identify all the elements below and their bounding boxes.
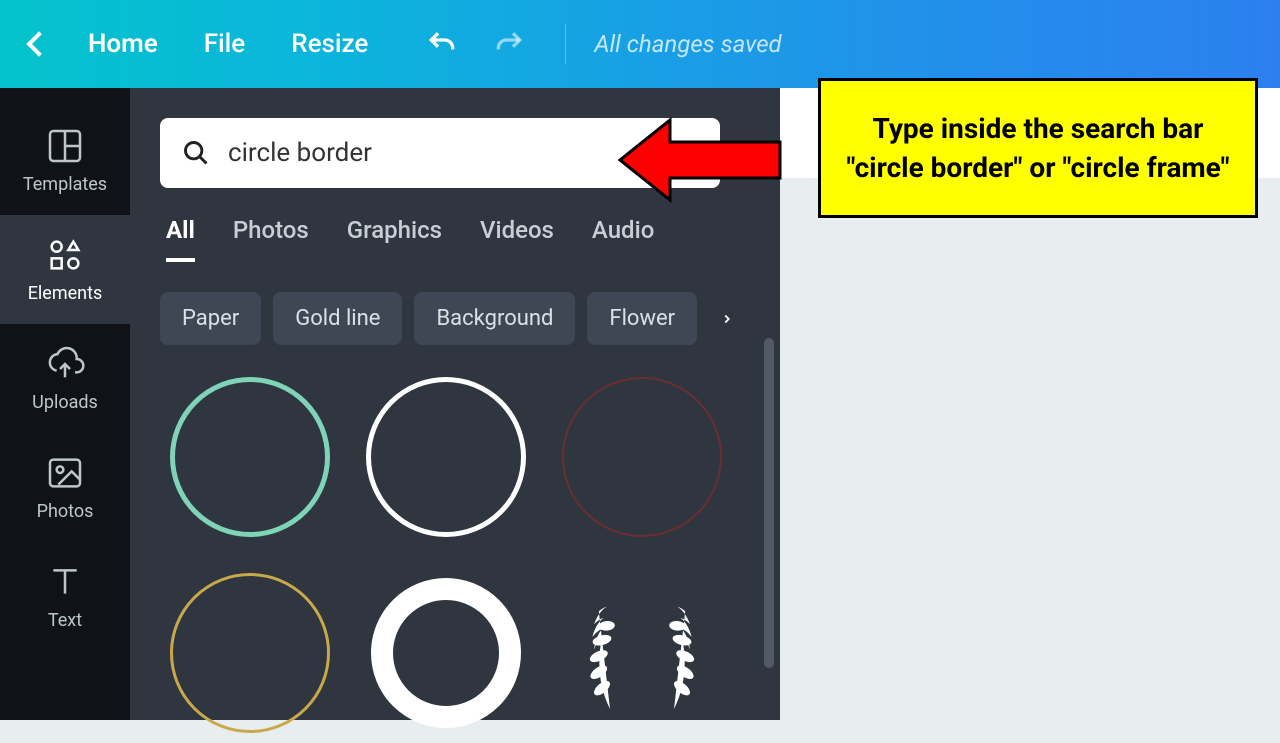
sidebar-item-elements[interactable]: Elements bbox=[0, 215, 130, 324]
top-navigation: Home File Resize All changes saved bbox=[0, 0, 1280, 88]
sidebar-item-templates[interactable]: Templates bbox=[0, 106, 130, 215]
sidebar: Templates Elements Uploads bbox=[0, 88, 130, 720]
tab-photos[interactable]: Photos bbox=[233, 216, 309, 262]
photos-icon bbox=[45, 453, 85, 493]
chip-background[interactable]: Background bbox=[414, 292, 575, 345]
tab-videos[interactable]: Videos bbox=[480, 216, 554, 262]
suggestion-chips: Paper Gold line Background Flower bbox=[160, 292, 760, 345]
sidebar-label: Elements bbox=[28, 283, 103, 304]
chip-paper[interactable]: Paper bbox=[160, 292, 261, 345]
home-link[interactable]: Home bbox=[70, 21, 176, 67]
sidebar-item-photos[interactable]: Photos bbox=[0, 433, 130, 542]
result-circle-white[interactable] bbox=[356, 367, 536, 547]
chevron-right-icon bbox=[720, 312, 734, 326]
sidebar-item-text[interactable]: Text bbox=[0, 542, 130, 651]
search-icon bbox=[182, 139, 210, 167]
back-chevron-icon[interactable] bbox=[26, 31, 51, 56]
callout-text: Type inside the search bar "circle borde… bbox=[846, 112, 1229, 184]
templates-icon bbox=[45, 126, 85, 166]
sidebar-item-uploads[interactable]: Uploads bbox=[0, 324, 130, 433]
save-status: All changes saved bbox=[594, 30, 781, 58]
undo-icon[interactable] bbox=[426, 28, 458, 60]
result-circle-mint[interactable] bbox=[160, 367, 340, 547]
divider bbox=[565, 24, 566, 64]
uploads-icon bbox=[45, 344, 85, 384]
annotation-callout: Type inside the search bar "circle borde… bbox=[818, 78, 1258, 218]
chip-flower[interactable]: Flower bbox=[587, 292, 697, 345]
resize-menu[interactable]: Resize bbox=[273, 21, 386, 67]
sidebar-label: Uploads bbox=[32, 392, 98, 413]
result-laurel-wreath[interactable] bbox=[552, 563, 732, 743]
filter-tabs: All Photos Graphics Videos Audio bbox=[160, 216, 760, 262]
chip-gold-line[interactable]: Gold line bbox=[273, 292, 402, 345]
tab-all[interactable]: All bbox=[166, 216, 195, 262]
tab-audio[interactable]: Audio bbox=[592, 216, 654, 262]
elements-icon bbox=[45, 235, 85, 275]
redo-icon[interactable] bbox=[493, 28, 525, 60]
sidebar-label: Templates bbox=[23, 174, 107, 195]
result-circle-red[interactable] bbox=[552, 367, 732, 547]
sidebar-label: Text bbox=[48, 610, 82, 631]
result-circle-thick-white[interactable] bbox=[356, 563, 536, 743]
chips-scroll-right[interactable] bbox=[709, 301, 745, 337]
sidebar-label: Photos bbox=[37, 501, 94, 522]
result-circle-gold[interactable] bbox=[160, 563, 340, 743]
results-grid bbox=[160, 367, 760, 743]
tab-graphics[interactable]: Graphics bbox=[347, 216, 442, 262]
text-icon bbox=[45, 562, 85, 602]
annotation-arrow-icon bbox=[610, 110, 790, 210]
file-menu[interactable]: File bbox=[186, 21, 264, 67]
wreath-icon bbox=[562, 573, 722, 733]
panel-scrollbar[interactable] bbox=[764, 338, 774, 668]
